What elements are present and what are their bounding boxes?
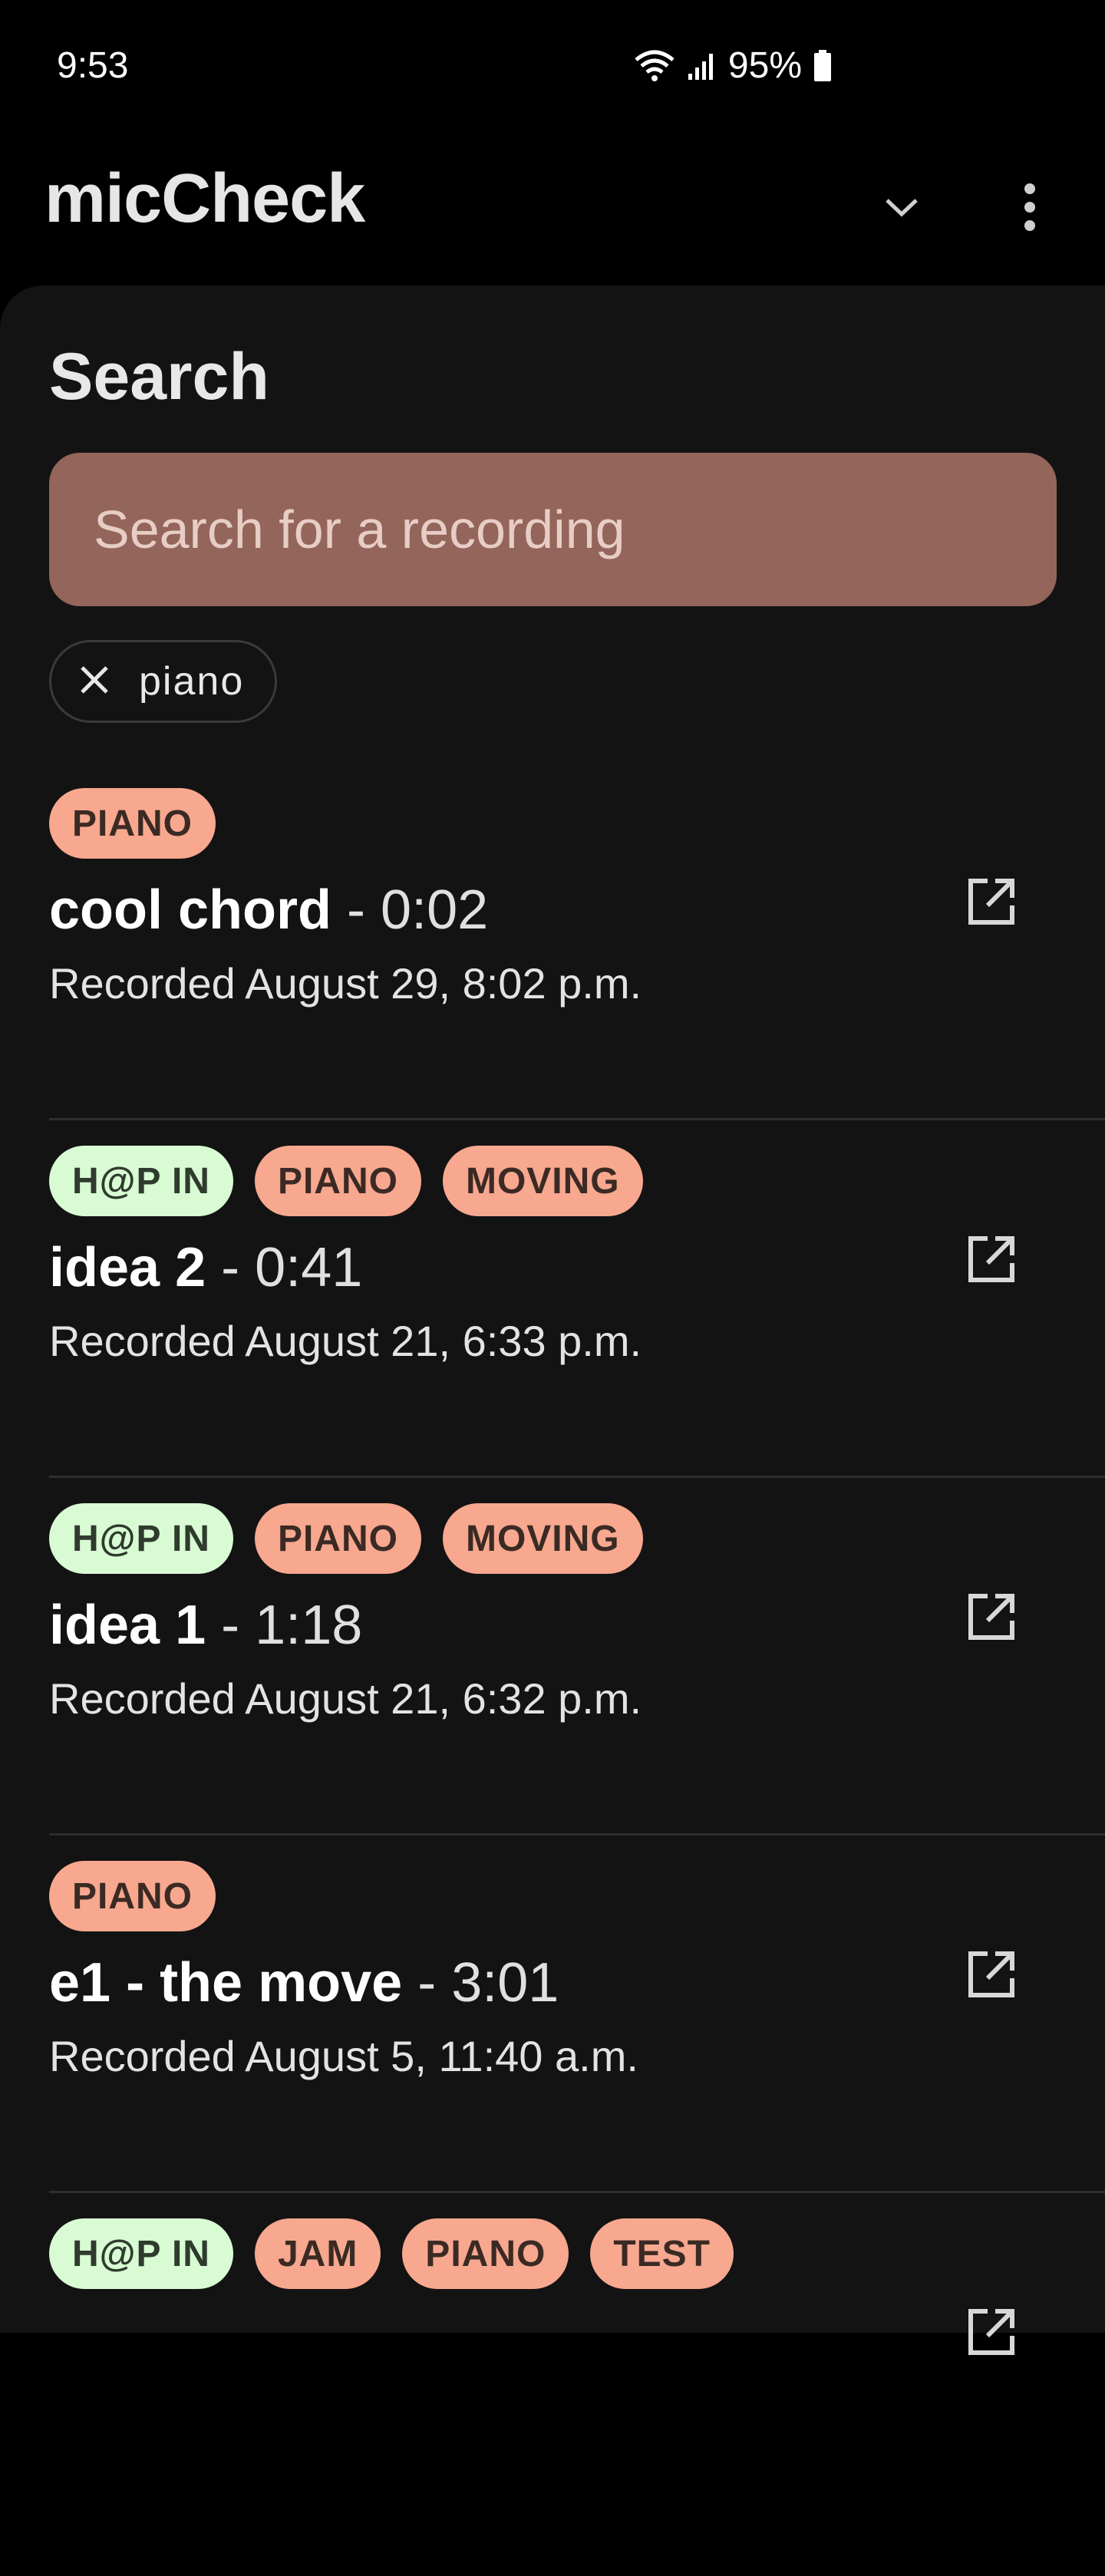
divider [49,1118,1105,1120]
tag: H@P IN [49,2218,233,2289]
open-in-new-icon[interactable] [961,1944,1022,2005]
recorded-date: Recorded August 5, 11:40 a.m. [49,2032,638,2080]
status-bar: 9:53 95% [0,0,1105,138]
tag: PIANO [254,1146,421,1216]
recording-title: e1 - the move - 3:01 [49,1951,559,2014]
close-icon[interactable] [79,665,110,699]
battery-icon [813,49,833,82]
tag-row: H@P IN PIANO MOVING [49,1146,643,1216]
filter-chip-label: piano [139,659,245,704]
more-vert-icon[interactable] [999,173,1060,242]
divider [49,2191,1105,2193]
divider [49,1476,1105,1478]
recording-duration: 0:41 [255,1237,363,1298]
tag: PIANO [49,1861,216,1931]
title-separator: - [417,1952,437,2014]
recorded-date: Recorded August 21, 6:33 p.m. [49,1317,642,1365]
title-separator: - [221,1595,240,1656]
tag: H@P IN [49,1146,233,1216]
tag: MOVING [442,1503,643,1574]
recording-duration: 3:01 [451,1952,559,2014]
list-item[interactable]: H@P IN JAM PIANO TEST [0,2218,1105,2576]
recording-name: e1 - the move [49,1952,403,2014]
list-item[interactable]: H@P IN PIANO MOVING idea 1 - 1:18 Record… [0,1503,1105,1861]
tag-row: H@P IN PIANO MOVING [49,1503,643,1574]
battery-level: 95% [727,45,802,86]
list-item[interactable]: H@P IN PIANO MOVING idea 2 - 0:41 Record… [0,1146,1105,1503]
title-separator: - [221,1237,240,1298]
list-item[interactable]: PIANO e1 - the move - 3:01 Recorded Augu… [0,1861,1105,2218]
recordings-list: PIANO cool chord - 0:02 Recorded August … [0,788,1105,2576]
divider [49,1833,1105,1836]
tag: H@P IN [49,1503,233,1574]
tag: PIANO [254,1503,421,1574]
open-in-new-icon[interactable] [961,1586,1022,1648]
recorded-date: Recorded August 21, 6:32 p.m. [49,1674,642,1723]
tag-row: PIANO [49,788,216,859]
recording-title: cool chord - 0:02 [49,879,488,942]
search-sheet: Search piano PIANO cool chord - 0:02 Rec… [0,285,1105,2355]
recording-title: idea 1 - 1:18 [49,1594,362,1657]
open-in-new-icon[interactable] [961,2301,1022,2363]
filter-chip[interactable]: piano [49,640,278,723]
chevron-down-icon[interactable] [871,176,932,238]
open-in-new-icon[interactable] [961,1229,1022,1290]
list-item[interactable]: PIANO cool chord - 0:02 Recorded August … [0,788,1105,1146]
recording-title: idea 2 - 0:41 [49,1236,362,1299]
status-indicators: 95% [633,45,833,87]
tag: JAM [254,2218,381,2289]
status-time: 9:53 [57,45,129,86]
recording-duration: 1:18 [255,1595,363,1656]
recording-duration: 0:02 [381,879,489,941]
tag-row: PIANO [49,1861,216,1931]
signal-icon [687,51,717,81]
app-title: micCheck [45,160,365,237]
tag: PIANO [49,788,216,859]
tag: MOVING [442,1146,643,1216]
recording-name: idea 1 [49,1595,206,1656]
recording-name: cool chord [49,879,332,941]
title-separator: - [347,879,366,941]
search-box[interactable] [49,453,1057,606]
recording-name: idea 2 [49,1237,206,1298]
wifi-icon [633,49,676,83]
recorded-date: Recorded August 29, 8:02 p.m. [49,959,642,1008]
page-title: Search [49,340,269,414]
open-in-new-icon[interactable] [961,871,1022,932]
tag: PIANO [402,2218,569,2289]
search-input[interactable] [92,498,1016,561]
tag-row: H@P IN JAM PIANO TEST [49,2218,734,2289]
tag: TEST [590,2218,734,2289]
app-bar: micCheck [0,138,1105,284]
